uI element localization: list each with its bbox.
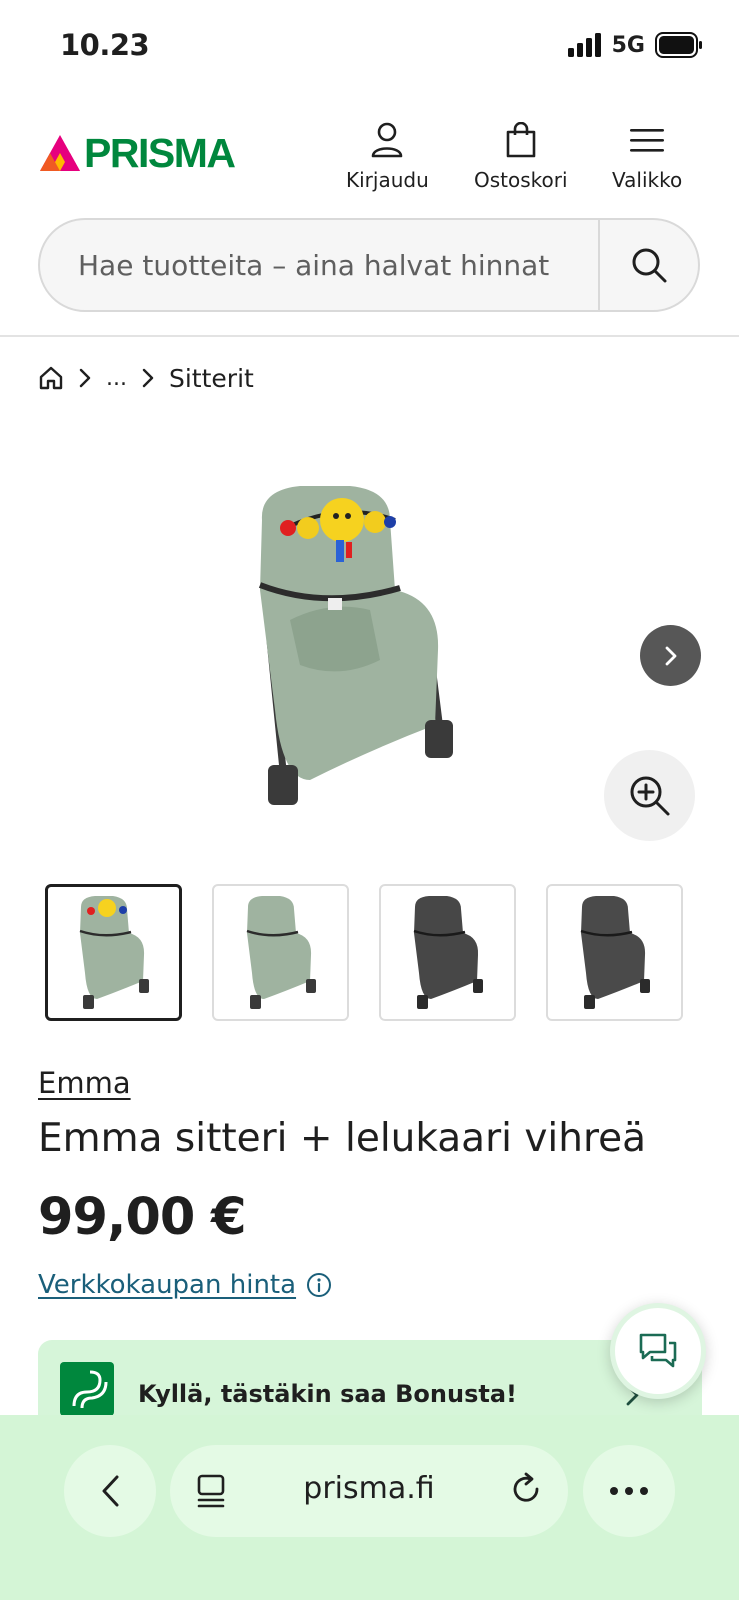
brand-link[interactable]: Emma [38, 1066, 131, 1100]
chevron-left-icon [102, 1475, 119, 1507]
price-info-link[interactable]: Verkkokaupan hinta [38, 1270, 296, 1300]
status-icons: 5G [567, 32, 703, 58]
logo-text: PRISMA [84, 130, 236, 176]
browser-address-bar[interactable]: prisma.fi [170, 1445, 568, 1537]
zoom-in-icon [630, 776, 669, 815]
bouncer-thumbnail-dark-alt [580, 895, 650, 1009]
bouncer-thumbnail-green-toy [79, 895, 149, 1009]
prisma-logo-triangle-icon [40, 134, 80, 171]
browser-url: prisma.fi [303, 1471, 435, 1506]
prisma-logo[interactable]: PRISMA [40, 130, 236, 177]
bouncer-thumbnail-dark [413, 895, 483, 1009]
zoom-button[interactable] [604, 750, 695, 841]
menu-button[interactable]: Valikko [612, 122, 682, 192]
header-divider [0, 335, 739, 337]
product-price: 99,00 € [38, 1188, 247, 1247]
s-group-icon [72, 1370, 108, 1409]
bonus-text: Kyllä, tästäkin saa Bonusta! [138, 1380, 517, 1408]
info-icon[interactable] [306, 1272, 332, 1298]
thumbnail-4[interactable] [546, 884, 683, 1021]
search-input[interactable] [78, 220, 598, 310]
menu-label: Valikko [612, 168, 683, 192]
reload-icon[interactable] [510, 1471, 544, 1507]
home-icon[interactable] [38, 365, 64, 391]
browser-toolbar: prisma.fi [0, 1415, 739, 1600]
search-bar [38, 218, 700, 312]
login-button[interactable]: Kirjaudu [346, 122, 429, 192]
breadcrumb: ... Sitterit [38, 360, 254, 396]
thumbnail-2[interactable] [212, 884, 349, 1021]
breadcrumb-current[interactable]: Sitterit [169, 364, 254, 393]
search-icon [632, 248, 667, 283]
thumbnail-1[interactable] [45, 884, 182, 1021]
cart-label: Ostoskori [474, 168, 568, 192]
browser-back-button[interactable] [64, 1445, 156, 1537]
bouncer-thumbnail-green [246, 895, 316, 1009]
chevron-right-icon [665, 646, 676, 665]
breadcrumb-ellipsis[interactable]: ... [106, 366, 127, 391]
thumbnail-strip [45, 884, 683, 1021]
chevron-right-icon [141, 367, 155, 389]
chat-icon [639, 1333, 677, 1368]
status-time: 10.23 [60, 28, 150, 62]
status-bar: 10.23 5G [0, 0, 739, 95]
signal-icon [567, 33, 601, 57]
thumbnail-3[interactable] [379, 884, 516, 1021]
next-image-button[interactable] [640, 625, 701, 686]
browser-more-button[interactable] [583, 1445, 675, 1537]
battery-icon [655, 32, 702, 58]
network-type: 5G [611, 32, 645, 58]
product-main-image[interactable] [230, 480, 500, 825]
more-dots-icon [610, 1487, 648, 1495]
product-title: Emma sitteri + lelukaari vihreä [38, 1116, 647, 1161]
user-icon [372, 122, 403, 158]
cart-button[interactable]: Ostoskori [474, 122, 568, 192]
s-bonus-logo [60, 1362, 114, 1416]
bouncer-image [258, 486, 453, 805]
hamburger-menu-icon [630, 129, 665, 152]
login-label: Kirjaudu [346, 168, 429, 192]
chevron-right-icon [78, 367, 92, 389]
price-info: Verkkokaupan hinta [38, 1270, 332, 1300]
shopping-bag-icon [506, 122, 536, 158]
site-header: PRISMA Kirjaudu Ostoskori Valikko [0, 112, 739, 202]
search-button[interactable] [598, 220, 698, 310]
chat-button[interactable] [610, 1303, 706, 1399]
